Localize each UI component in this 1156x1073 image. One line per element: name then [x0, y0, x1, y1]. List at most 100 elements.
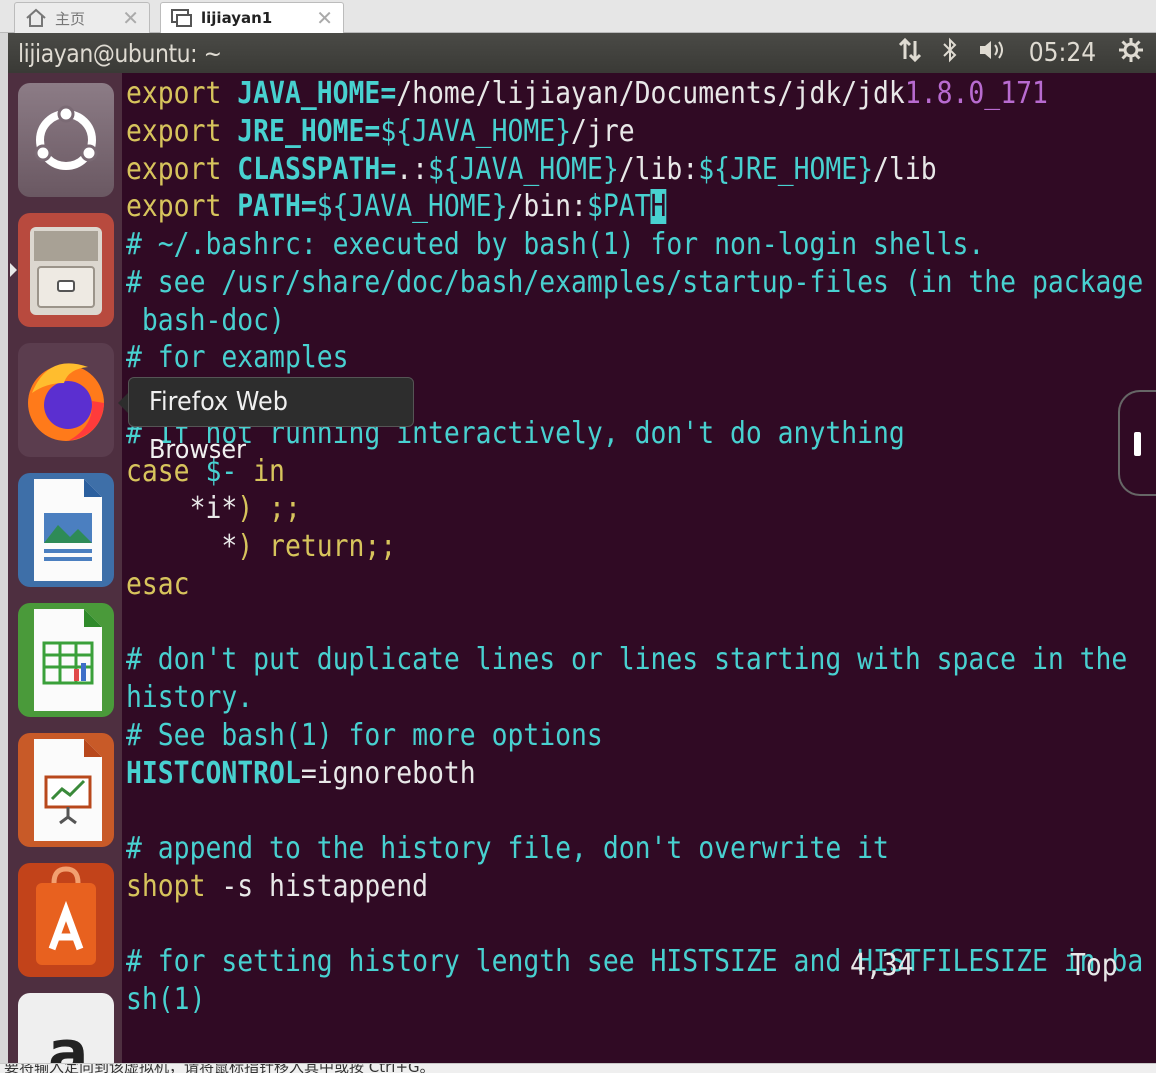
- bluetooth-icon[interactable]: [941, 37, 959, 69]
- code-line: # append to the history file, don't over…: [126, 830, 889, 868]
- running-indicator: [10, 263, 17, 277]
- vm-icon: [171, 8, 193, 28]
- code-line: esac: [126, 566, 190, 604]
- code-token: ) ;;: [237, 491, 301, 527]
- code-token: export: [126, 76, 238, 111]
- code-line: export JRE_HOME=${JAVA_HOME}/jre: [126, 113, 635, 151]
- code-line: # don't put duplicate lines or lines sta…: [126, 641, 1127, 679]
- tab-home-label: 主页: [55, 9, 86, 28]
- code-token: # for setting history length see HISTSIZ…: [126, 944, 1144, 980]
- amazon-icon: a: [18, 993, 114, 1063]
- svg-text:a: a: [48, 1018, 89, 1063]
- code-token: # ~/.bashrc: executed by bash(1) for non…: [126, 227, 985, 262]
- launcher-item-software[interactable]: [18, 863, 114, 977]
- code-line: # ~/.bashrc: executed by bash(1) for non…: [126, 226, 984, 264]
- launcher-tooltip: Firefox Web Browser: [128, 377, 414, 465]
- launcher-item-firefox[interactable]: [18, 343, 114, 457]
- code-token: =: [380, 151, 397, 187]
- scroll-position: Top: [1070, 948, 1118, 983]
- code-token: history.: [126, 680, 254, 715]
- code-line: export JAVA_HOME=/home/lijiayan/Document…: [126, 75, 1048, 113]
- clock[interactable]: 05:24: [1029, 38, 1096, 68]
- code-line: # See bash(1) for more options: [126, 717, 603, 755]
- code-token: esac: [126, 566, 190, 602]
- code-token: PATH: [237, 189, 301, 225]
- cursor-position: 4,34: [850, 948, 914, 983]
- tab-home[interactable]: 主页 ✕: [14, 2, 150, 33]
- code-token: ${JAVA_HOME}: [428, 151, 619, 187]
- files-icon: [18, 213, 114, 327]
- home-icon: [25, 8, 47, 28]
- code-token: =: [380, 76, 397, 111]
- writer-icon: [18, 473, 114, 587]
- code-line: # for setting history length see HISTSIZ…: [126, 943, 1143, 981]
- software-center-icon: [18, 863, 114, 977]
- launcher-item-files[interactable]: [18, 213, 114, 327]
- launcher: a: [8, 73, 122, 1063]
- gear-icon[interactable]: [1118, 37, 1144, 69]
- code-line: # see /usr/share/doc/bash/examples/start…: [126, 264, 1143, 302]
- impress-icon: [18, 733, 114, 847]
- code-token: JAVA_HOME: [237, 76, 381, 111]
- code-token: .:: [396, 151, 429, 187]
- code-token: ${JAVA_HOME}: [380, 113, 572, 149]
- code-token: /lib:: [618, 151, 699, 187]
- code-token: =: [364, 113, 381, 149]
- ubuntu-logo-icon: [18, 83, 114, 197]
- launcher-item-writer[interactable]: [18, 473, 114, 587]
- code-token: ) return;;: [237, 529, 397, 564]
- code-line: sh(1): [126, 981, 205, 1019]
- code-line: export PATH=${JAVA_HOME}/bin:$PATH: [126, 188, 667, 226]
- volume-icon[interactable]: [977, 37, 1007, 69]
- code-token: # append to the history file, don't over…: [126, 831, 889, 866]
- tab-vm[interactable]: lijiayan1 ✕: [160, 2, 344, 33]
- scrollbar-handle[interactable]: [1118, 390, 1156, 496]
- tooltip-label: Firefox Web Browser: [149, 387, 288, 465]
- code-token: =: [300, 189, 317, 225]
- code-token: /home/lijiayan/Documents/jdk/jdk: [396, 76, 905, 111]
- input-hint: 要将输入定向到该虚拟机，请将鼠标指针移入其中或按 Ctrl+G。: [4, 1063, 435, 1073]
- code-token: JRE_HOME: [237, 113, 365, 149]
- code-token: ${JAVA_HOME}: [316, 189, 508, 225]
- code-token: *i*: [126, 491, 238, 527]
- code-token: =ignoreboth: [300, 755, 476, 791]
- window-border: [0, 33, 8, 1073]
- code-token: export: [126, 151, 238, 187]
- calc-icon: [18, 603, 114, 717]
- code-token: HISTCONTROL: [126, 755, 301, 791]
- code-token: # for examples: [126, 340, 349, 376]
- code-token: /jre: [571, 113, 635, 149]
- code-line: # for examples: [126, 339, 349, 377]
- code-token: bash-doc): [126, 302, 285, 338]
- code-line: history.: [126, 679, 253, 717]
- launcher-item-calc[interactable]: [18, 603, 114, 717]
- code-line: shopt -s histappend: [126, 868, 428, 906]
- launcher-item-impress[interactable]: [18, 733, 114, 847]
- firefox-icon: [18, 343, 114, 457]
- code-token: /lib: [873, 151, 937, 187]
- code-token: ${JRE_HOME}: [698, 151, 874, 187]
- window-title: lijiayan@ubuntu: ~: [18, 38, 222, 68]
- close-icon[interactable]: ✕: [316, 6, 333, 30]
- top-panel: lijiayan@ubuntu: ~ 05:24: [8, 33, 1156, 73]
- code-token: # see /usr/share/doc/bash/examples/start…: [126, 264, 1144, 300]
- code-token: # don't put duplicate lines or lines sta…: [126, 642, 1128, 678]
- code-token: CLASSPATH: [237, 151, 381, 187]
- terminal-editor[interactable]: export JAVA_HOME=/home/lijiayan/Document…: [122, 73, 1156, 1063]
- code-line: HISTCONTROL=ignoreboth: [126, 755, 476, 793]
- code-token: export: [126, 113, 238, 149]
- code-token: $PAT: [586, 189, 651, 225]
- vm-status-bar: 要将输入定向到该虚拟机，请将鼠标指针移入其中或按 Ctrl+G。: [0, 1063, 1156, 1073]
- vm-tab-bar: 主页 ✕ lijiayan1 ✕: [0, 0, 1156, 33]
- code-line: *) return;;: [126, 528, 396, 566]
- close-icon[interactable]: ✕: [122, 6, 139, 30]
- launcher-item-amazon[interactable]: a: [18, 993, 114, 1063]
- network-icon[interactable]: [897, 37, 923, 69]
- code-token: export: [126, 189, 238, 225]
- indicator-area: 05:24: [897, 33, 1144, 73]
- launcher-item-dash[interactable]: [18, 83, 114, 197]
- code-token: -s histappend: [221, 868, 429, 904]
- scrollbar-grip[interactable]: [1134, 432, 1141, 456]
- code-token: sh(1): [126, 982, 206, 1017]
- code-token: # See bash(1) for more options: [126, 717, 603, 753]
